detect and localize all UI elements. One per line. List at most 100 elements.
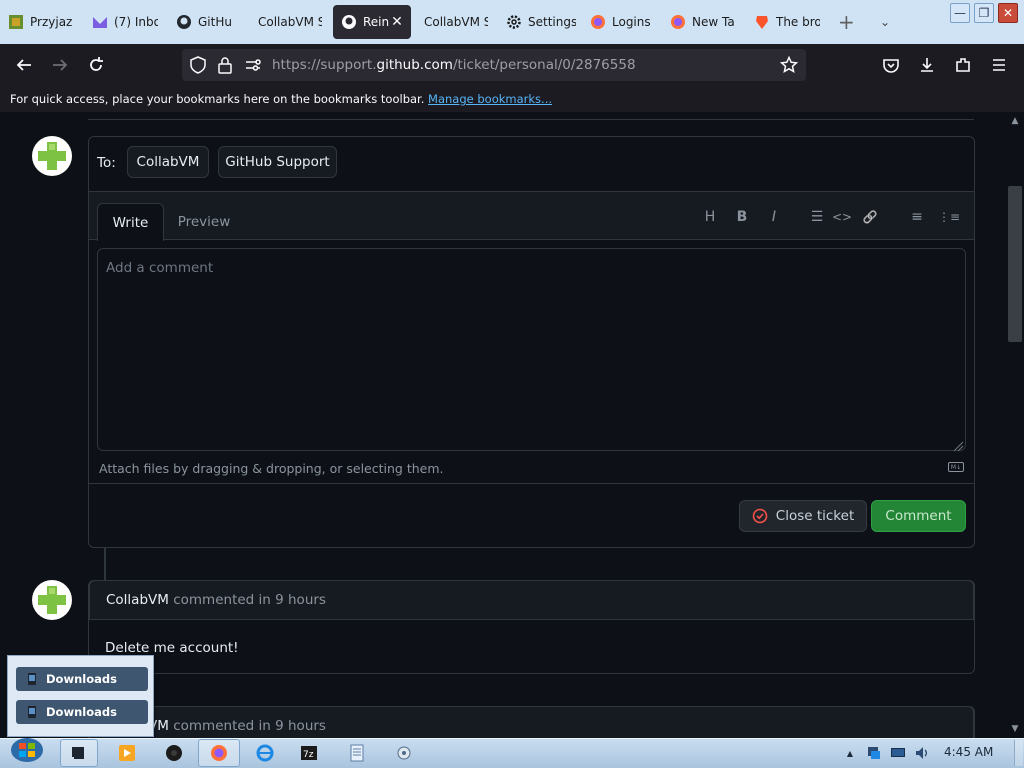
tab-label: New Ta xyxy=(692,15,734,29)
tab-preview[interactable]: Preview xyxy=(170,203,238,241)
hamburger-menu-icon[interactable] xyxy=(988,54,1010,76)
shield-icon[interactable] xyxy=(190,56,206,78)
manage-bookmarks-link[interactable]: Manage bookmarks... xyxy=(428,92,552,106)
tab-label: CollabVM S xyxy=(258,15,322,29)
close-circle-icon xyxy=(752,508,768,524)
maximize-button[interactable]: ❐ xyxy=(974,3,994,23)
7zip-icon[interactable]: 7z xyxy=(297,742,321,764)
tab-label: The bro xyxy=(776,15,820,29)
tab-active-reinstate[interactable]: Rein ✕ xyxy=(333,5,411,39)
tab-logins[interactable]: Logins xyxy=(590,5,652,39)
pocket-icon[interactable] xyxy=(880,54,902,76)
code-icon[interactable]: <> xyxy=(832,208,852,226)
attach-files-hint[interactable]: Attach files by dragging & dropping, or … xyxy=(99,461,443,476)
close-tab-icon[interactable]: ✕ xyxy=(389,14,405,30)
firefox-taskbar-icon[interactable] xyxy=(198,739,240,767)
comment-button[interactable]: Comment xyxy=(871,500,966,532)
timeline-line xyxy=(104,548,106,580)
tab-collabvm-2[interactable]: CollabVM S xyxy=(424,5,488,39)
quote-icon[interactable]: ☰ xyxy=(808,208,826,226)
extensions-icon[interactable] xyxy=(952,54,974,76)
tab-przyjaz[interactable]: Przyjaz xyxy=(8,5,78,39)
tab-github[interactable]: GitHu xyxy=(176,5,240,39)
url-text[interactable]: https://support.github.com/ticket/person… xyxy=(272,57,636,73)
avatar[interactable] xyxy=(32,136,72,176)
firefox-icon xyxy=(590,14,606,30)
tab-inbox[interactable]: (7) Inbo xyxy=(92,5,158,39)
recipient-collabvm[interactable]: CollabVM xyxy=(127,146,209,178)
lock-icon[interactable] xyxy=(218,56,232,78)
reload-icon[interactable] xyxy=(85,54,107,76)
link-icon[interactable]: 🔗 xyxy=(861,208,879,226)
recipient-github-support[interactable]: GitHub Support xyxy=(218,146,337,178)
notepad-icon[interactable] xyxy=(345,742,369,764)
unordered-list-icon[interactable]: ≡ xyxy=(908,208,926,226)
heading-icon[interactable]: H xyxy=(701,208,719,226)
url-path: /ticket/personal/0/2876558 xyxy=(452,57,636,73)
close-ticket-label: Close ticket xyxy=(775,508,855,524)
tab-write[interactable]: Write xyxy=(97,203,164,241)
new-tab-plus-icon[interactable]: + xyxy=(838,5,858,39)
media-player-icon[interactable] xyxy=(115,742,139,764)
taskbar-clock[interactable]: 4:45 AM xyxy=(944,745,993,759)
settings-tool-icon[interactable] xyxy=(392,742,416,764)
italic-icon[interactable]: I xyxy=(765,208,783,226)
tab-brave[interactable]: The bro xyxy=(754,5,820,39)
comment-textarea[interactable] xyxy=(97,248,966,451)
divider xyxy=(88,119,974,120)
ordered-list-icon[interactable]: ⋮≡ xyxy=(938,208,960,226)
brave-icon xyxy=(754,14,770,30)
popup-item-label: Downloads xyxy=(46,705,117,719)
explorer-taskbar-icon[interactable] xyxy=(60,739,98,767)
tab-new-tab[interactable]: New Ta xyxy=(670,5,734,39)
obs-icon[interactable] xyxy=(162,742,186,764)
attach-top xyxy=(89,451,974,452)
close-window-button[interactable]: ✕ xyxy=(998,3,1018,23)
tab-collabvm-1[interactable]: CollabVM S xyxy=(258,5,322,39)
close-ticket-button[interactable]: Close ticket xyxy=(739,500,867,532)
url-domain: github.com xyxy=(376,57,453,73)
to-label: To: xyxy=(97,155,116,171)
start-orb-icon[interactable] xyxy=(8,738,46,762)
resize-handle-icon[interactable] xyxy=(952,437,964,456)
scroll-down-icon[interactable]: ▼ xyxy=(1008,722,1022,736)
list-tabs-chevron-icon[interactable]: ⌄ xyxy=(880,5,896,39)
permissions-icon[interactable] xyxy=(245,57,261,77)
back-arrow-icon[interactable] xyxy=(13,54,35,76)
popup-item-downloads[interactable]: Downloads xyxy=(16,700,148,724)
divider xyxy=(89,483,974,484)
network-tray-icon[interactable] xyxy=(864,742,884,764)
scroll-up-icon[interactable]: ▲ xyxy=(1008,114,1022,128)
firefox-icon xyxy=(670,14,686,30)
folder-window-icon xyxy=(26,705,38,719)
tab-strip: Przyjaz (7) Inbo GitHu CollabVM S Rein ✕… xyxy=(0,0,1024,44)
bookmark-star-icon[interactable] xyxy=(779,55,799,78)
downloads-icon[interactable] xyxy=(916,54,938,76)
comment-placeholder: Add a comment xyxy=(106,260,214,276)
minimize-button[interactable]: — xyxy=(950,3,970,23)
markdown-icon: M↓ xyxy=(948,462,964,472)
forward-arrow-icon[interactable] xyxy=(49,54,71,76)
url-prefix: https://support. xyxy=(272,57,377,73)
folder-window-icon xyxy=(26,672,38,686)
tab-label: Logins xyxy=(612,15,651,29)
taskbar-popup: Downloads Downloads xyxy=(7,655,154,737)
internet-explorer-icon[interactable] xyxy=(253,742,277,764)
popup-item-downloads[interactable]: Downloads xyxy=(16,667,148,691)
monitor-tray-icon[interactable] xyxy=(888,742,908,764)
popup-item-label: Downloads xyxy=(46,672,117,686)
bold-icon[interactable]: B xyxy=(733,208,751,226)
show-hidden-icons-icon[interactable]: ▲ xyxy=(843,742,857,764)
show-desktop-button[interactable] xyxy=(1014,740,1023,766)
tab-settings[interactable]: Settings xyxy=(506,5,576,39)
bookmarks-toolbar: For quick access, place your bookmarks h… xyxy=(0,86,1024,112)
svg-text:7z: 7z xyxy=(303,750,314,760)
comment-meta[interactable]: commented in 9 hours xyxy=(173,592,326,608)
scrollbar-thumb[interactable] xyxy=(1008,186,1022,342)
avatar[interactable] xyxy=(32,580,72,620)
proton-mail-icon xyxy=(92,14,108,30)
volume-tray-icon[interactable] xyxy=(912,742,932,764)
comment-author[interactable]: CollabVM xyxy=(106,592,169,608)
address-bar[interactable]: https://support.github.com/ticket/person… xyxy=(182,49,806,81)
comment-meta[interactable]: commented in 9 hours xyxy=(173,718,326,734)
